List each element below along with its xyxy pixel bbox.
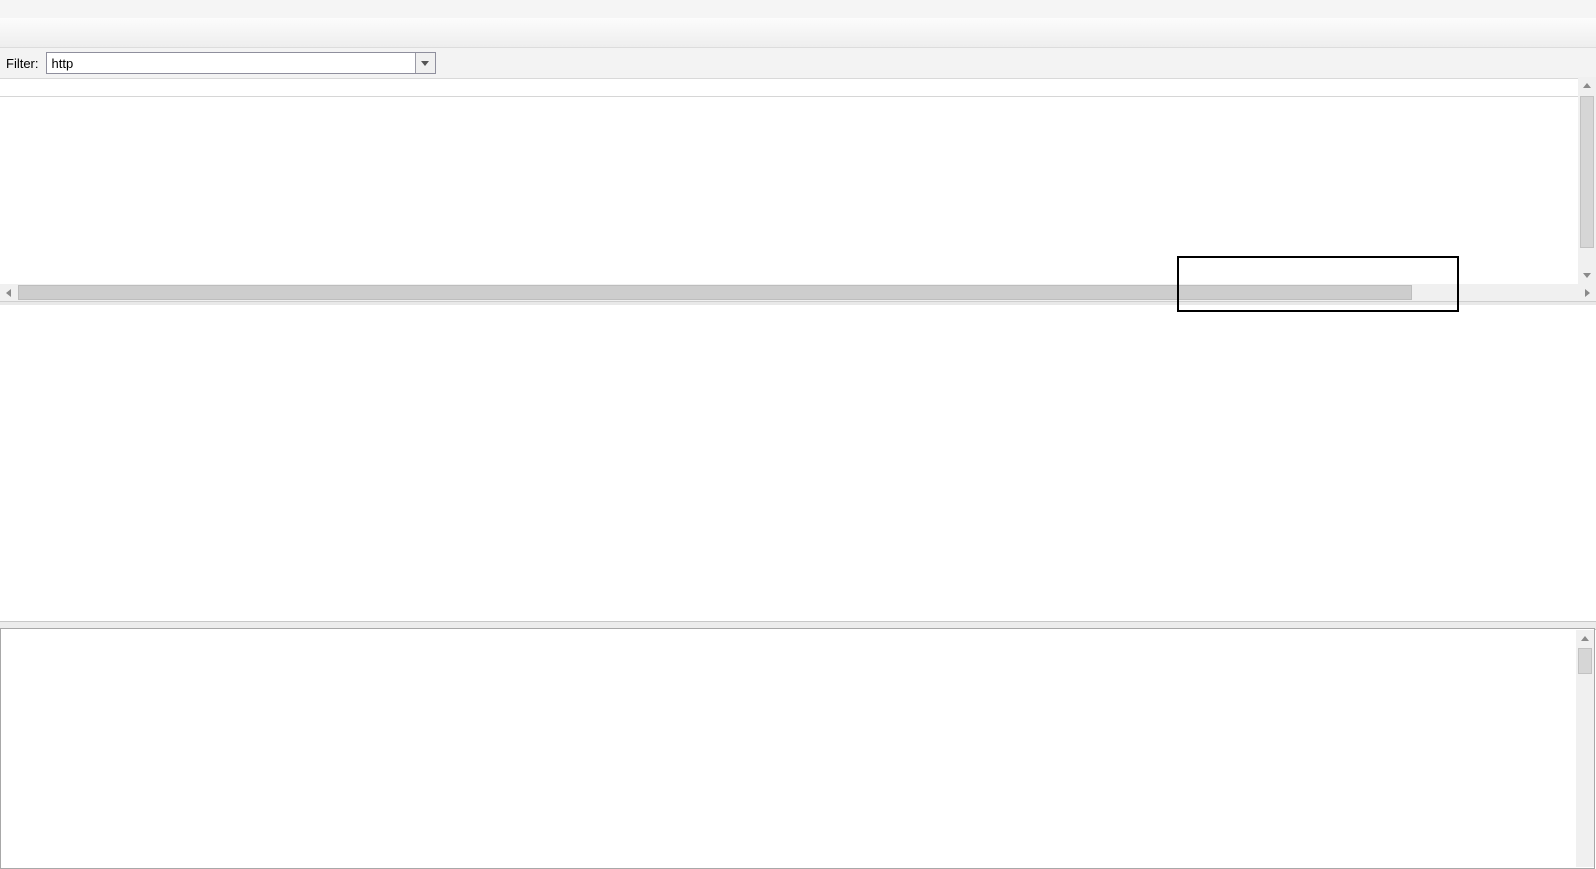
- packet-bytes-vscrollbar[interactable]: [1576, 630, 1594, 867]
- packet-bytes-pane: [0, 628, 1595, 869]
- scroll-down-button[interactable]: [1578, 267, 1596, 284]
- scroll-left-button[interactable]: [0, 284, 17, 301]
- filter-combo-dropdown-button[interactable]: [415, 53, 435, 73]
- filter-input[interactable]: [47, 53, 415, 73]
- chevron-down-icon: [421, 61, 429, 66]
- filter-toolbar: Filter:: [0, 48, 1596, 79]
- packet-list-hscrollbar[interactable]: [0, 284, 1596, 301]
- vscroll-thumb[interactable]: [1580, 96, 1594, 248]
- bytes-vscroll-thumb[interactable]: [1578, 648, 1592, 674]
- filter-combo: [46, 52, 436, 74]
- bytes-scroll-up-button[interactable]: [1576, 630, 1594, 647]
- filter-label: Filter:: [6, 56, 39, 71]
- scroll-right-button[interactable]: [1579, 284, 1596, 301]
- hscroll-thumb[interactable]: [18, 285, 1412, 300]
- scroll-up-button[interactable]: [1578, 77, 1596, 94]
- menu-bar: [0, 0, 1596, 18]
- packet-list-header: [0, 79, 1578, 97]
- packet-list-vscrollbar[interactable]: [1578, 77, 1596, 284]
- main-toolbar: [0, 18, 1596, 48]
- packet-details-pane: [0, 305, 1596, 621]
